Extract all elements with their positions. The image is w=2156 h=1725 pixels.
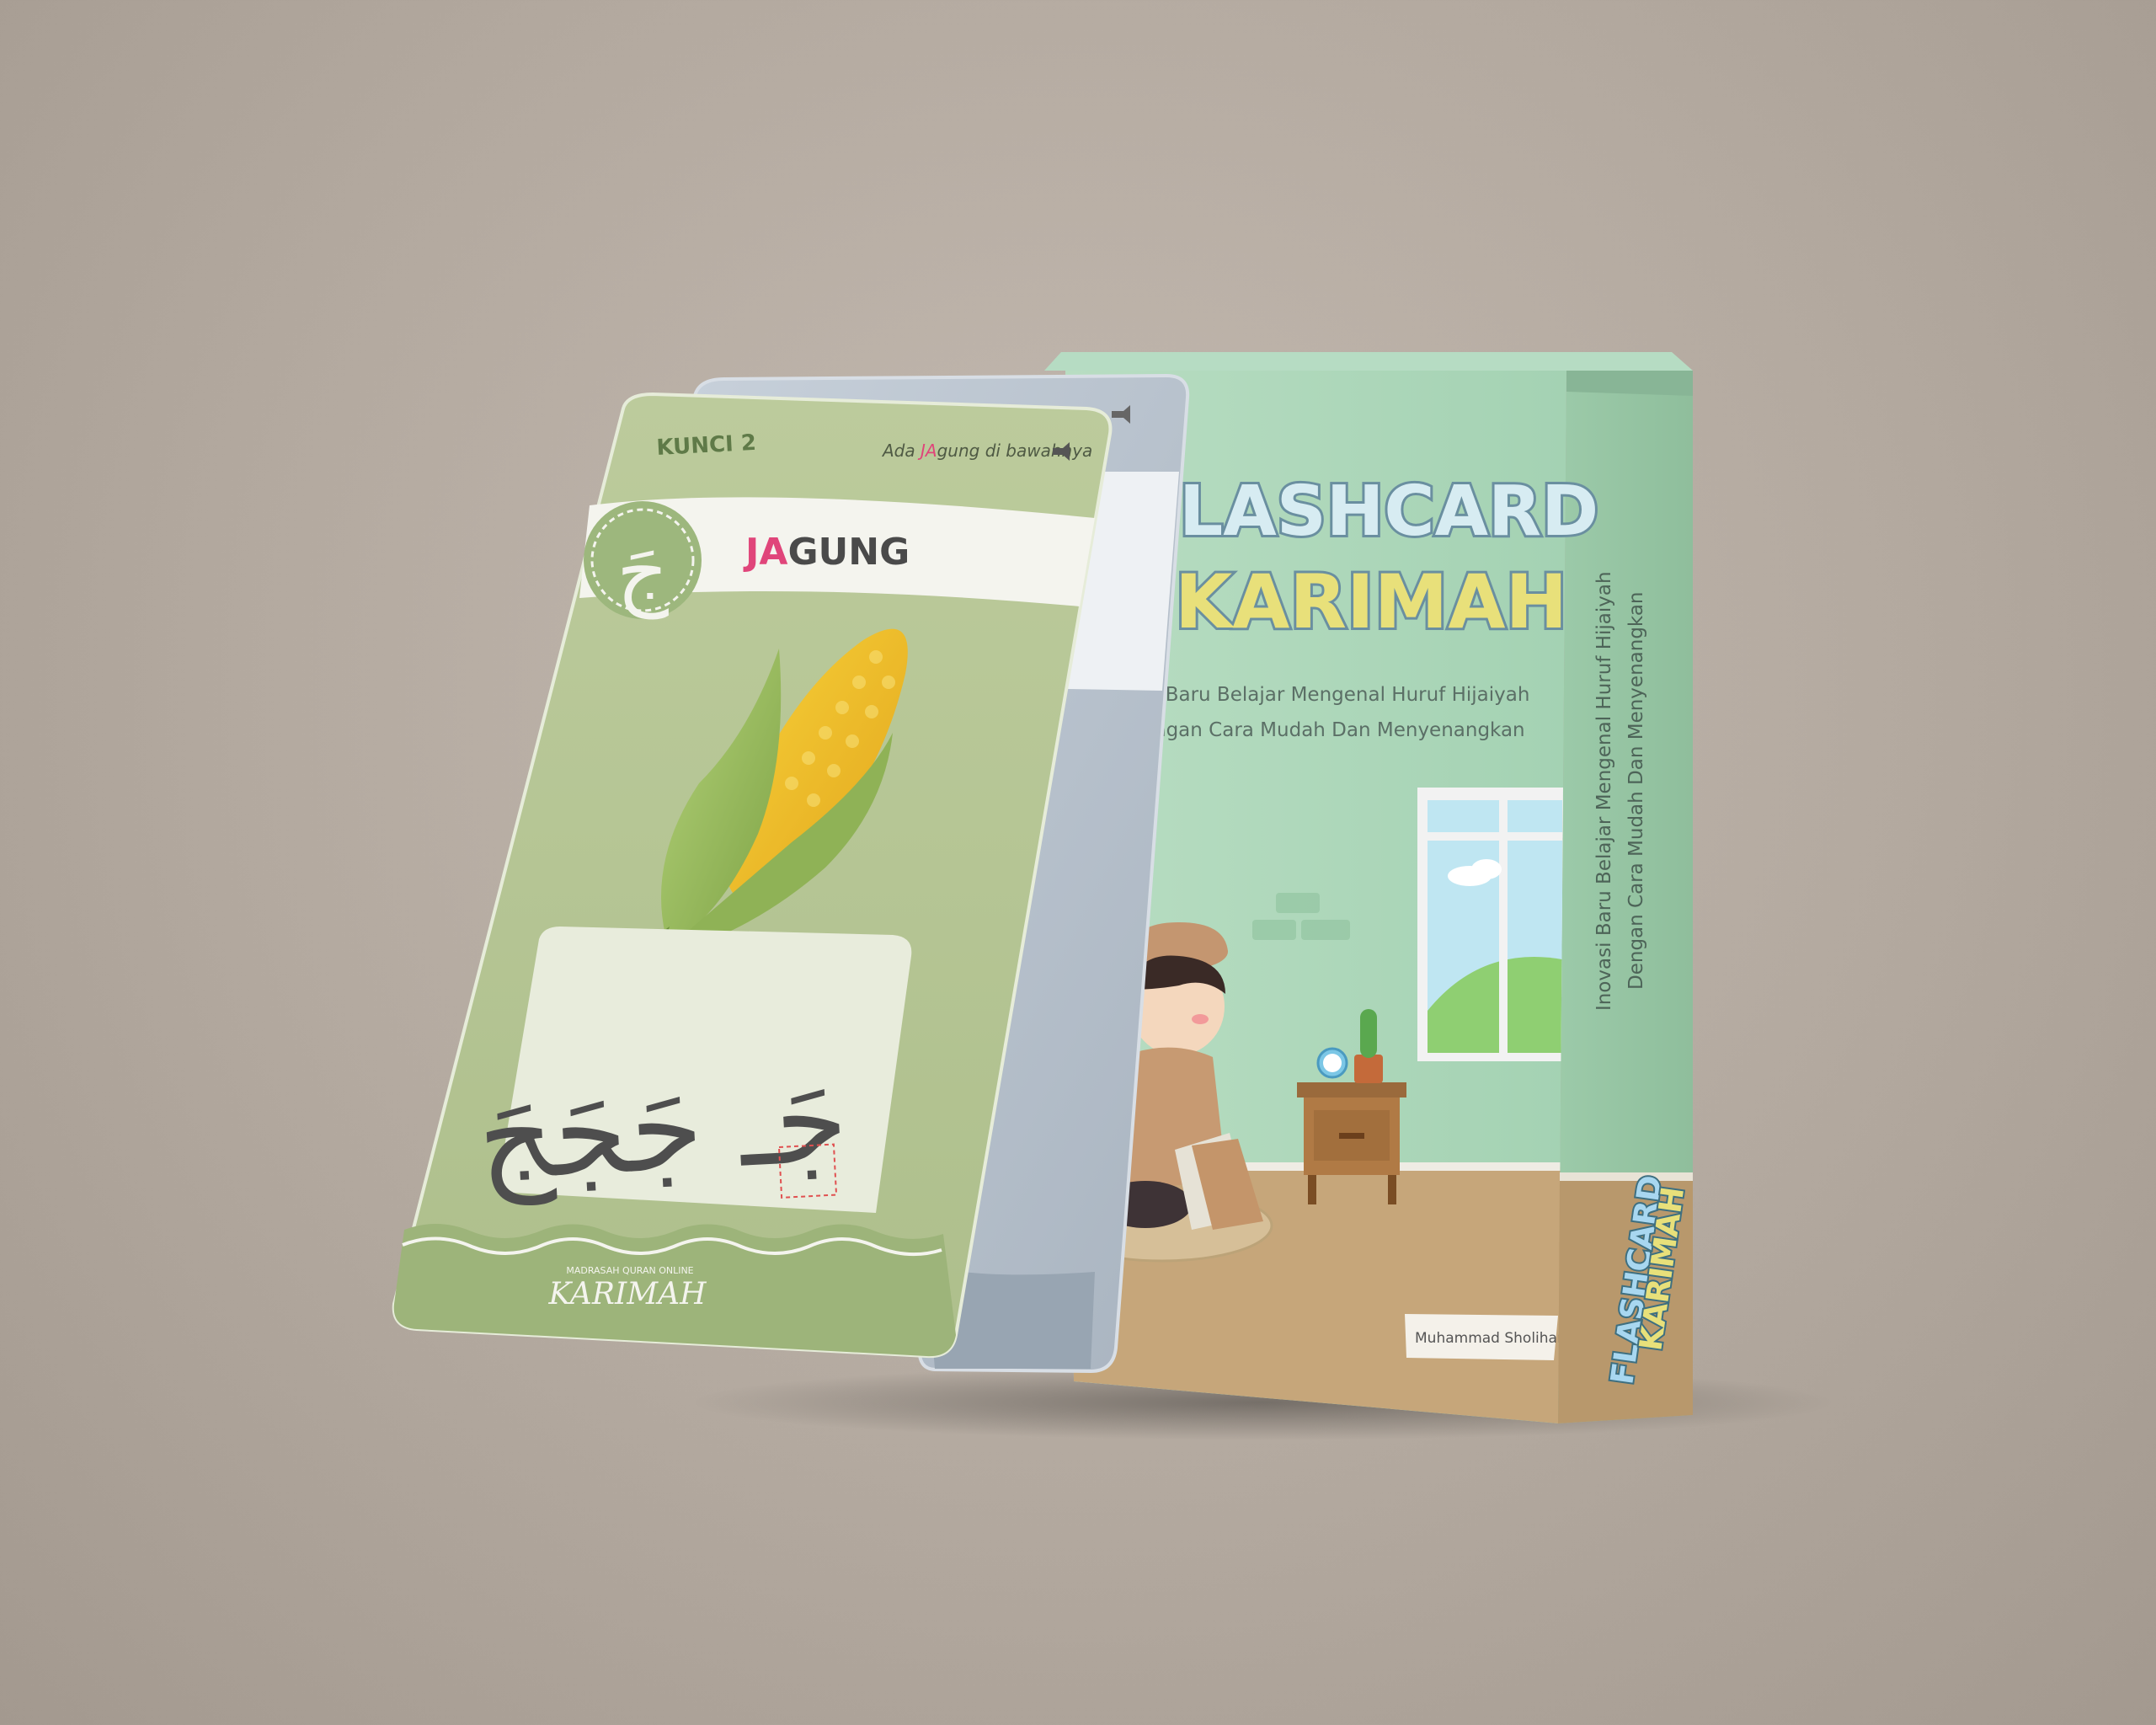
letter-badge: جَ <box>584 501 702 620</box>
author-tag: Muhammad Sholihan <box>1405 1314 1566 1360</box>
svg-text:KARIMAH: KARIMAH <box>1175 558 1567 645</box>
svg-text:Muhammad Sholihan: Muhammad Sholihan <box>1415 1330 1566 1347</box>
box-lid-top <box>1044 352 1693 371</box>
svg-text:LASHCARD: LASHCARD <box>1179 472 1598 552</box>
svg-text:Dengan Cara Mudah Dan Menyenan: Dengan Cara Mudah Dan Menyenangkan <box>1625 592 1647 991</box>
box-title: LASHCARD KARIMAH <box>1172 469 1601 648</box>
karimah-logo: MADRASAH QURAN ONLINE KARIMAH <box>547 1265 707 1311</box>
svg-text:Inovasi Baru Belajar Mengenal: Inovasi Baru Belajar Mengenal Huruf Hija… <box>1593 571 1615 1011</box>
box-subtitle-line2: ngan Cara Mudah Dan Menyenangkan <box>1154 719 1525 741</box>
window-illustration <box>1417 788 1566 1061</box>
svg-text:MADRASAH QURAN ONLINE: MADRASAH QURAN ONLINE <box>566 1265 693 1276</box>
svg-text:KARIMAH: KARIMAH <box>547 1277 707 1311</box>
word-label: JAGUNG <box>743 531 910 574</box>
svg-text:جَ: جَ <box>616 525 669 620</box>
audio-hint: Ada JAgung di bawahnya <box>881 441 1092 461</box>
box-subtitle-line1: i Baru Belajar Mengenal Huruf Hijaiyah <box>1154 684 1529 706</box>
product-mockup-scene: Muhammad Sholihan LASHCARD KARIMAH i Bar… <box>0 0 2156 1725</box>
kunci-label: KUNCI 2 <box>656 430 757 461</box>
letter-forms: جَـ جَجَجَ <box>474 1051 851 1209</box>
